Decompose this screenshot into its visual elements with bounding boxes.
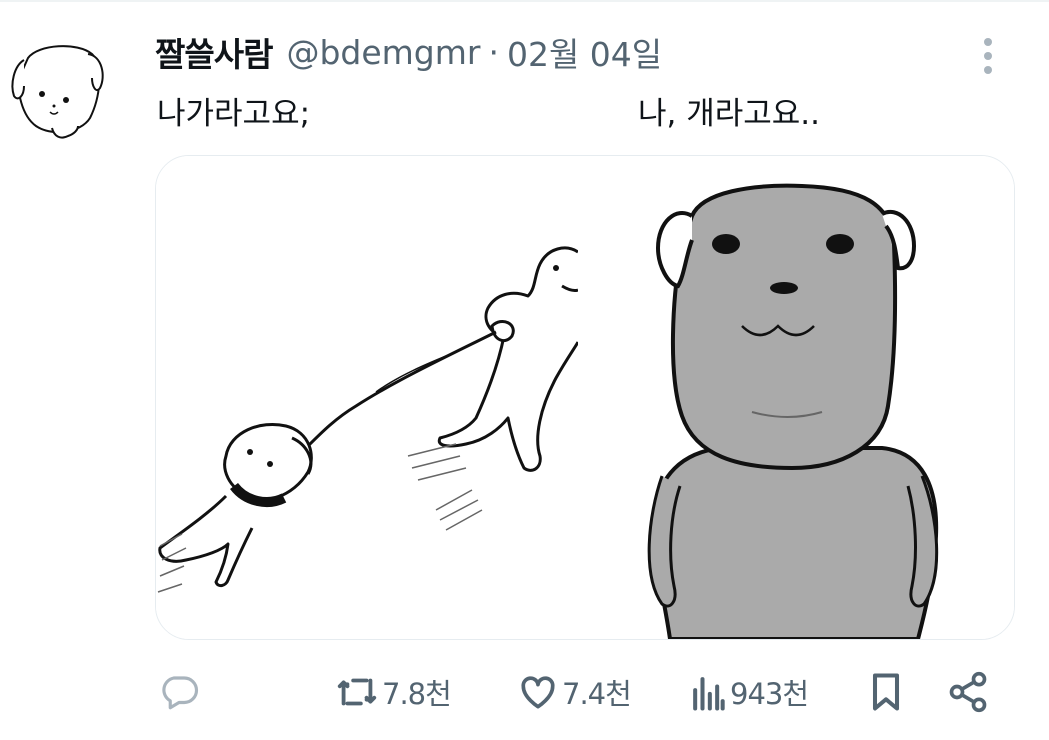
avatar[interactable] [8,36,108,146]
media-image-right[interactable] [592,156,1014,639]
share-icon [949,671,987,713]
top-divider [0,0,1049,2]
dragged-dog-illustration [157,246,580,593]
bar-chart-icon [693,677,725,711]
like-count: 7.4천 [562,677,632,711]
share-button[interactable] [946,662,990,722]
separator-dot: · [488,32,499,72]
heart-icon [521,676,555,709]
like-button[interactable]: 7.4천 [516,662,632,722]
tweet-text-right: 나, 개라고요.. [638,96,821,132]
bookmark-icon [872,673,900,711]
tweet-media [155,155,1015,640]
tweet-header: 짤쓸사람 @bdemgmr · 02월 04일 [155,28,662,76]
more-options-button[interactable] [968,34,1008,78]
retweet-icon [337,678,377,706]
user-handle[interactable]: @bdemgmr [286,33,480,72]
action-bar: 7.8천 7.4천 943천 [0,662,1049,722]
speech-bubble-icon [162,676,199,710]
bookmark-button[interactable] [864,662,908,722]
tweet-text-left: 나가라고요; [157,96,311,132]
views-button[interactable]: 943천 [688,662,809,722]
retweet-count: 7.8천 [382,677,452,711]
reply-button[interactable] [158,662,200,722]
more-dots-icon [984,38,992,46]
views-count: 943천 [730,677,809,711]
retweet-button[interactable]: 7.8천 [334,662,452,722]
dog-avatar-image [11,45,104,139]
media-image-left[interactable] [156,156,580,639]
tweet-date[interactable]: 02월 04일 [507,28,662,76]
display-name[interactable]: 짤쓸사람 [155,28,273,76]
gray-dog-illustration [647,183,939,639]
